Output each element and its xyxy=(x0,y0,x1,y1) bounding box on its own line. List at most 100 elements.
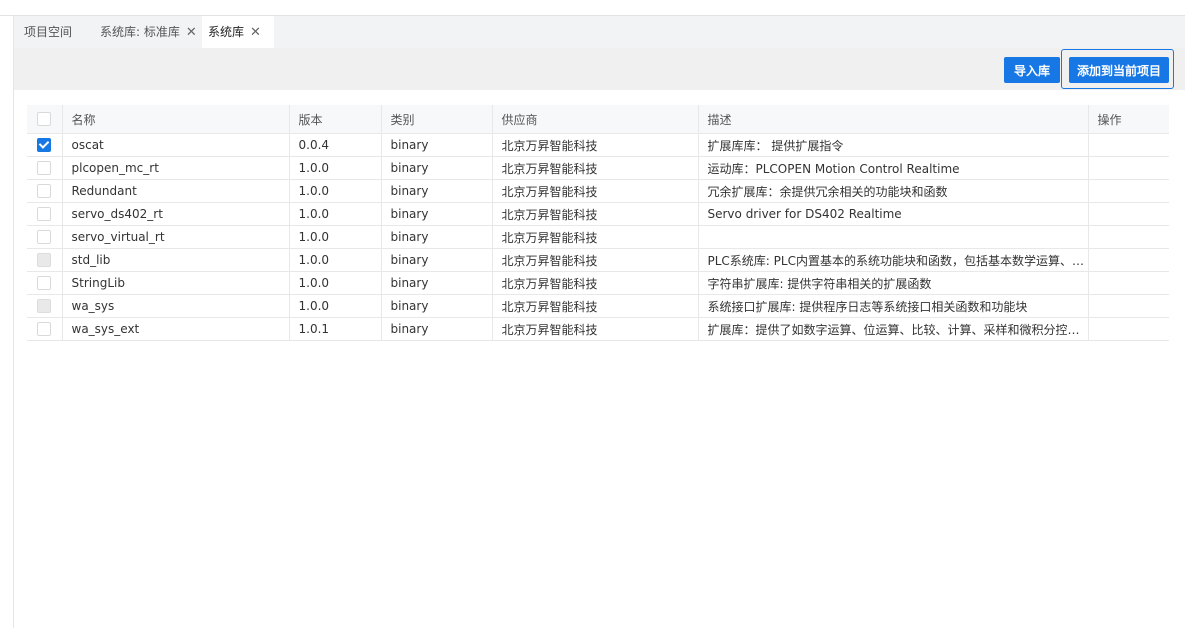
row-checkbox[interactable] xyxy=(37,207,52,222)
column-header-description: 描述 xyxy=(698,105,1089,134)
cell-version: 1.0.1 xyxy=(289,317,382,341)
cell-description: 冗余扩展库：余提供冗余相关的功能块和函数 xyxy=(698,179,1089,203)
cell-version: 1.0.0 xyxy=(289,156,382,180)
cell-description: Servo driver for DS402 Realtime xyxy=(698,202,1089,226)
row-checkbox[interactable] xyxy=(37,138,52,153)
column-header-vendor: 供应商 xyxy=(492,105,699,134)
table-row[interactable]: oscat 0.0.4 binary 北京万昇智能科技 扩展库库： 提供扩展指令 xyxy=(27,133,1169,157)
table-row[interactable]: Redundant 1.0.0 binary 北京万昇智能科技 冗余扩展库：余提供冗余相… xyxy=(27,179,1169,203)
cell-name: StringLib xyxy=(62,271,290,295)
row-select-cell xyxy=(27,133,63,157)
cell-actions xyxy=(1088,133,1169,157)
row-checkbox xyxy=(37,299,52,314)
header-select-cell xyxy=(27,105,63,134)
cell-actions xyxy=(1088,317,1169,341)
cell-category: binary xyxy=(381,179,493,203)
tab-system-library[interactable]: 系统库 ✕ xyxy=(202,16,274,48)
cell-version: 1.0.0 xyxy=(289,294,382,318)
table-row[interactable]: StringLib 1.0.0 binary 北京万昇智能科技 字符串扩展库: 提供字符… xyxy=(27,271,1169,295)
cell-description: 扩展库：提供了如数字运算、位运算、比较、计算、采样和微积分控制... xyxy=(698,317,1089,341)
close-icon[interactable]: ✕ xyxy=(186,25,197,40)
tab-project-space[interactable]: 项目空间 xyxy=(24,16,72,48)
cell-actions xyxy=(1088,225,1169,249)
table-row[interactable]: servo_ds402_rt 1.0.0 binary 北京万昇智能科技 Servo d… xyxy=(27,202,1169,226)
cell-vendor: 北京万昇智能科技 xyxy=(492,294,699,318)
table-row[interactable]: wa_sys 1.0.0 binary 北京万昇智能科技 系统接口扩展库: 提供程序日志… xyxy=(27,294,1169,318)
cell-category: binary xyxy=(381,202,493,226)
cell-category: binary xyxy=(381,156,493,180)
cell-category: binary xyxy=(381,133,493,157)
row-select-cell xyxy=(27,248,63,272)
cell-actions xyxy=(1088,202,1169,226)
row-checkbox[interactable] xyxy=(37,161,52,176)
cell-vendor: 北京万昇智能科技 xyxy=(492,156,699,180)
column-header-name: 名称 xyxy=(62,105,290,134)
row-select-cell xyxy=(27,156,63,180)
cell-description: 扩展库库： 提供扩展指令 xyxy=(698,133,1089,157)
cell-category: binary xyxy=(381,248,493,272)
cell-description: 运动库：PLCOPEN Motion Control Realtime xyxy=(698,156,1089,180)
cell-vendor: 北京万昇智能科技 xyxy=(492,133,699,157)
cell-version: 1.0.0 xyxy=(289,225,382,249)
table-row[interactable]: std_lib 1.0.0 binary 北京万昇智能科技 PLC系统库: PLC内置基… xyxy=(27,248,1169,272)
import-library-button[interactable]: 导入库 xyxy=(1004,57,1060,83)
cell-vendor: 北京万昇智能科技 xyxy=(492,225,699,249)
row-checkbox[interactable] xyxy=(37,230,52,245)
cell-version: 0.0.4 xyxy=(289,133,382,157)
add-to-current-project-button[interactable]: 添加到当前项目 xyxy=(1069,57,1169,83)
cell-description: PLC系统库: PLC内置基本的系统功能块和函数，包括基本数学运算、逻... xyxy=(698,248,1089,272)
tab-label: 系统库 xyxy=(208,25,245,39)
cell-category: binary xyxy=(381,294,493,318)
row-select-cell xyxy=(27,294,63,318)
cell-name: Redundant xyxy=(62,179,290,203)
cell-actions xyxy=(1088,271,1169,295)
row-select-cell xyxy=(27,271,63,295)
cell-name: wa_sys_ext xyxy=(62,317,290,341)
cell-name: plcopen_mc_rt xyxy=(62,156,290,180)
cell-actions xyxy=(1088,248,1169,272)
library-table: 名称 版本 类别 供应商 描述 操作 oscat 0.0.4 binary 北京万昇智… xyxy=(27,105,1169,341)
cell-vendor: 北京万昇智能科技 xyxy=(492,271,699,295)
cell-name: servo_ds402_rt xyxy=(62,202,290,226)
row-checkbox xyxy=(37,253,52,268)
row-select-cell xyxy=(27,317,63,341)
table-row[interactable]: plcopen_mc_rt 1.0.0 binary 北京万昇智能科技 运动库：PLCO… xyxy=(27,156,1169,180)
cell-actions xyxy=(1088,156,1169,180)
cell-category: binary xyxy=(381,317,493,341)
cell-description: 字符串扩展库: 提供字符串相关的扩展函数 xyxy=(698,271,1089,295)
column-header-actions: 操作 xyxy=(1088,105,1169,134)
tab-bar: 项目空间 系统库: 标准库 ✕ 系统库 ✕ xyxy=(14,16,1185,48)
cell-vendor: 北京万昇智能科技 xyxy=(492,248,699,272)
cell-description: 系统接口扩展库: 提供程序日志等系统接口相关函数和功能块 xyxy=(698,294,1089,318)
row-checkbox[interactable] xyxy=(37,322,52,337)
table-row[interactable]: wa_sys_ext 1.0.1 binary 北京万昇智能科技 扩展库：提供了如数字运… xyxy=(27,317,1169,341)
row-checkbox[interactable] xyxy=(37,276,52,291)
close-icon[interactable]: ✕ xyxy=(250,25,261,40)
cell-version: 1.0.0 xyxy=(289,271,382,295)
select-all-checkbox[interactable] xyxy=(37,112,52,127)
cell-actions xyxy=(1088,294,1169,318)
tab-system-library-standard[interactable]: 系统库: 标准库 ✕ xyxy=(100,16,197,48)
row-checkbox[interactable] xyxy=(37,184,52,199)
row-select-cell xyxy=(27,225,63,249)
column-header-version: 版本 xyxy=(289,105,382,134)
table-row[interactable]: servo_virtual_rt 1.0.0 binary 北京万昇智能科技 xyxy=(27,225,1169,249)
cell-vendor: 北京万昇智能科技 xyxy=(492,317,699,341)
cell-version: 1.0.0 xyxy=(289,202,382,226)
tab-label: 系统库: 标准库 xyxy=(100,25,180,39)
cell-category: binary xyxy=(381,225,493,249)
cell-name: servo_virtual_rt xyxy=(62,225,290,249)
row-select-cell xyxy=(27,202,63,226)
cell-description xyxy=(698,225,1089,249)
cell-version: 1.0.0 xyxy=(289,179,382,203)
cell-category: binary xyxy=(381,271,493,295)
cell-vendor: 北京万昇智能科技 xyxy=(492,179,699,203)
cell-actions xyxy=(1088,179,1169,203)
cell-name: wa_sys xyxy=(62,294,290,318)
row-select-cell xyxy=(27,179,63,203)
left-border xyxy=(13,15,14,628)
table-header-row: 名称 版本 类别 供应商 描述 操作 xyxy=(27,105,1169,134)
tab-label: 项目空间 xyxy=(24,25,73,39)
cell-name: oscat xyxy=(62,133,290,157)
column-header-category: 类别 xyxy=(381,105,493,134)
